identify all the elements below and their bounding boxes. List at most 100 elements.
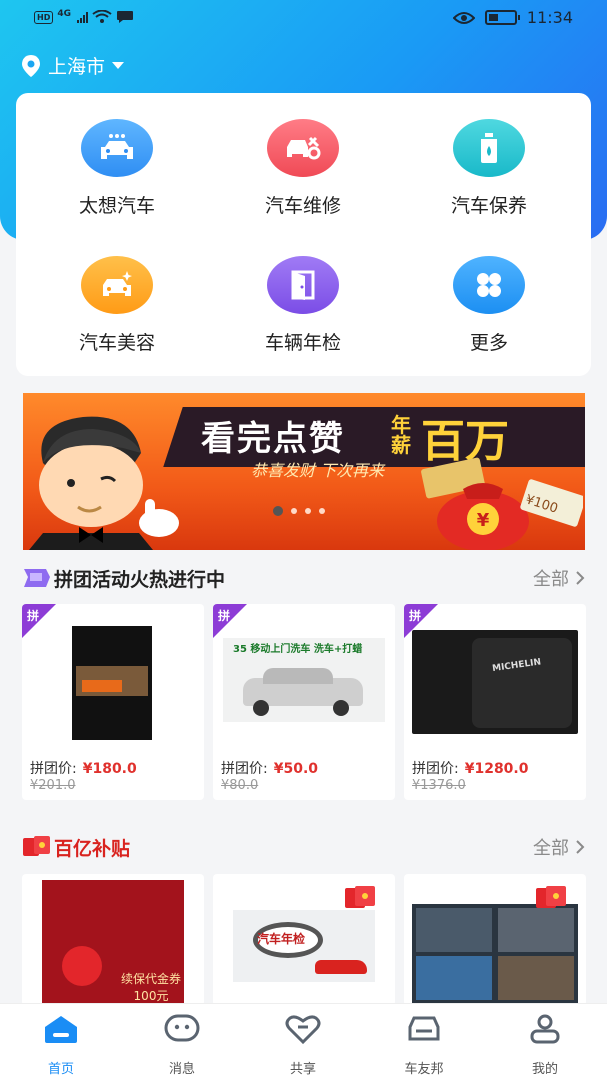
- hd-badge: HD: [34, 10, 54, 24]
- product-image: MICHELIN: [412, 630, 578, 734]
- caret-down-icon: [112, 61, 125, 69]
- car-sparkle-icon: [81, 256, 153, 314]
- service-label: 汽车美容: [78, 332, 155, 354]
- city-name: 上海市: [48, 56, 106, 78]
- service-car-repair[interactable]: 汽车维修: [223, 119, 383, 218]
- group-buy-card[interactable]: 35 移动上门洗车 洗车+打蜡 拼 拼团价: ¥50.0 ¥80.0: [213, 604, 395, 800]
- group-buy-header: 拼团活动火热进行中 全部: [22, 563, 585, 593]
- chat-bubble-icon: [117, 11, 133, 23]
- service-car-maintenance[interactable]: 汽车保养: [409, 119, 569, 218]
- original-price: ¥80.0: [221, 778, 259, 793]
- signal-icon: [77, 11, 88, 23]
- service-label: 汽车维修: [264, 195, 341, 217]
- promo-banner[interactable]: 看完点赞 年薪 百万 恭喜发财 下次再来 ¥ ¥100: [23, 393, 585, 550]
- chevron-right-icon: [576, 840, 585, 854]
- door-icon: [267, 256, 339, 314]
- red-envelope-icon: [345, 886, 375, 908]
- heart-icon: [253, 1012, 353, 1046]
- red-envelope-icon: [536, 886, 566, 908]
- cartoon-mascot-illustration: [29, 416, 179, 550]
- tab-messages[interactable]: 消息: [132, 1012, 232, 1077]
- more-label: 全部: [533, 569, 569, 590]
- product-image: 35 移动上门洗车 洗车+打蜡: [223, 638, 385, 722]
- network-type: 4G: [57, 9, 71, 19]
- service-label: 更多: [469, 332, 508, 354]
- service-taixiang-car[interactable]: 太想汽车: [37, 119, 197, 218]
- subsidy-card[interactable]: [404, 874, 586, 1006]
- service-grid: 太想汽车 汽车维修 汽车保养 汽车美容 车辆年检 更多: [16, 93, 591, 376]
- tab-label: 共享: [289, 1062, 316, 1077]
- tab-label: 消息: [168, 1062, 195, 1077]
- location-selector[interactable]: 上海市: [20, 52, 125, 79]
- car-icon: [81, 119, 153, 177]
- tab-label: 首页: [47, 1062, 74, 1077]
- status-bar: HD 4G 11:34: [0, 0, 607, 38]
- subsidy-card[interactable]: 汽车年检: [213, 874, 395, 1006]
- group-buy-title: 拼团活动火热进行中: [54, 569, 226, 591]
- chevron-right-icon: [576, 571, 585, 585]
- eye-icon: [452, 11, 475, 24]
- product-image: [72, 626, 152, 740]
- group-price: ¥180.0: [82, 761, 137, 777]
- banner-headline: 看完点赞: [201, 419, 345, 459]
- service-label: 汽车保养: [450, 195, 527, 217]
- service-more[interactable]: 更多: [409, 256, 569, 355]
- user-icon: [495, 1012, 595, 1046]
- product-image-text: 续保代金券 100元: [120, 972, 181, 1003]
- original-price: ¥201.0: [30, 778, 76, 793]
- price-row: 拼团价: ¥180.0: [30, 758, 137, 778]
- price-row: 拼团价: ¥1280.0: [412, 758, 528, 778]
- group-buy-card[interactable]: 拼 拼团价: ¥180.0 ¥201.0: [22, 604, 204, 800]
- tab-car-friends[interactable]: 车友邦: [374, 1012, 474, 1077]
- group-tag-label: 拼: [218, 609, 231, 623]
- svg-text:¥: ¥: [477, 510, 490, 531]
- subsidy-title: 百亿补贴: [54, 838, 131, 860]
- product-image-text: 35 移动上门洗车 洗车+打蜡: [233, 644, 363, 655]
- group-buy-card[interactable]: MICHELIN 拼 拼团价: ¥1280.0 ¥1376.0: [404, 604, 586, 800]
- red-envelope-icon: [23, 836, 50, 856]
- group-buy-more-link[interactable]: 全部: [533, 565, 585, 591]
- home-icon: [11, 1012, 111, 1046]
- group-tag-label: 拼: [409, 609, 422, 623]
- car-front-icon: [374, 1012, 474, 1046]
- banner-pagination[interactable]: [273, 506, 325, 516]
- location-pin-icon: [22, 54, 40, 77]
- service-label: 太想汽车: [78, 195, 155, 217]
- tab-label: 车友邦: [404, 1062, 444, 1077]
- pagination-dot-active[interactable]: [273, 506, 283, 516]
- product-image-text: 汽车年检: [257, 932, 306, 946]
- wifi-icon: [92, 10, 112, 23]
- grid-icon: [453, 256, 525, 314]
- subsidy-header: 百亿补贴 全部: [22, 832, 585, 862]
- group-price: ¥1280.0: [464, 761, 529, 777]
- oil-icon: [453, 119, 525, 177]
- pagination-dot[interactable]: [305, 508, 311, 514]
- product-image: [412, 904, 578, 1004]
- pagination-dot[interactable]: [319, 508, 325, 514]
- product-image: 汽车年检: [233, 910, 375, 982]
- group-tag-label: 拼: [27, 609, 40, 623]
- message-icon: [132, 1012, 232, 1046]
- tab-profile[interactable]: 我的: [495, 1012, 595, 1077]
- product-image: 续保代金券 100元: [42, 880, 184, 1006]
- original-price: ¥1376.0: [412, 778, 466, 793]
- repair-icon: [267, 119, 339, 177]
- price-label: 拼团价:: [412, 761, 459, 777]
- subsidy-card[interactable]: 续保代金券 100元: [22, 874, 204, 1006]
- group-buy-icon: [24, 569, 50, 587]
- service-annual-inspection[interactable]: 车辆年检: [223, 256, 383, 355]
- price-row: 拼团价: ¥50.0: [221, 758, 318, 778]
- banner-subtitle: 年薪: [391, 413, 411, 457]
- price-label: 拼团价:: [221, 761, 268, 777]
- service-label: 车辆年检: [264, 332, 341, 354]
- more-label: 全部: [533, 838, 569, 859]
- tab-share[interactable]: 共享: [253, 1012, 353, 1077]
- pagination-dot[interactable]: [291, 508, 297, 514]
- tab-home[interactable]: 首页: [11, 1012, 111, 1077]
- service-car-beauty[interactable]: 汽车美容: [37, 256, 197, 355]
- tab-label: 我的: [531, 1062, 558, 1077]
- clock: 11:34: [526, 8, 573, 27]
- subsidy-more-link[interactable]: 全部: [533, 834, 585, 860]
- price-label: 拼团价:: [30, 761, 77, 777]
- group-price: ¥50.0: [273, 761, 319, 777]
